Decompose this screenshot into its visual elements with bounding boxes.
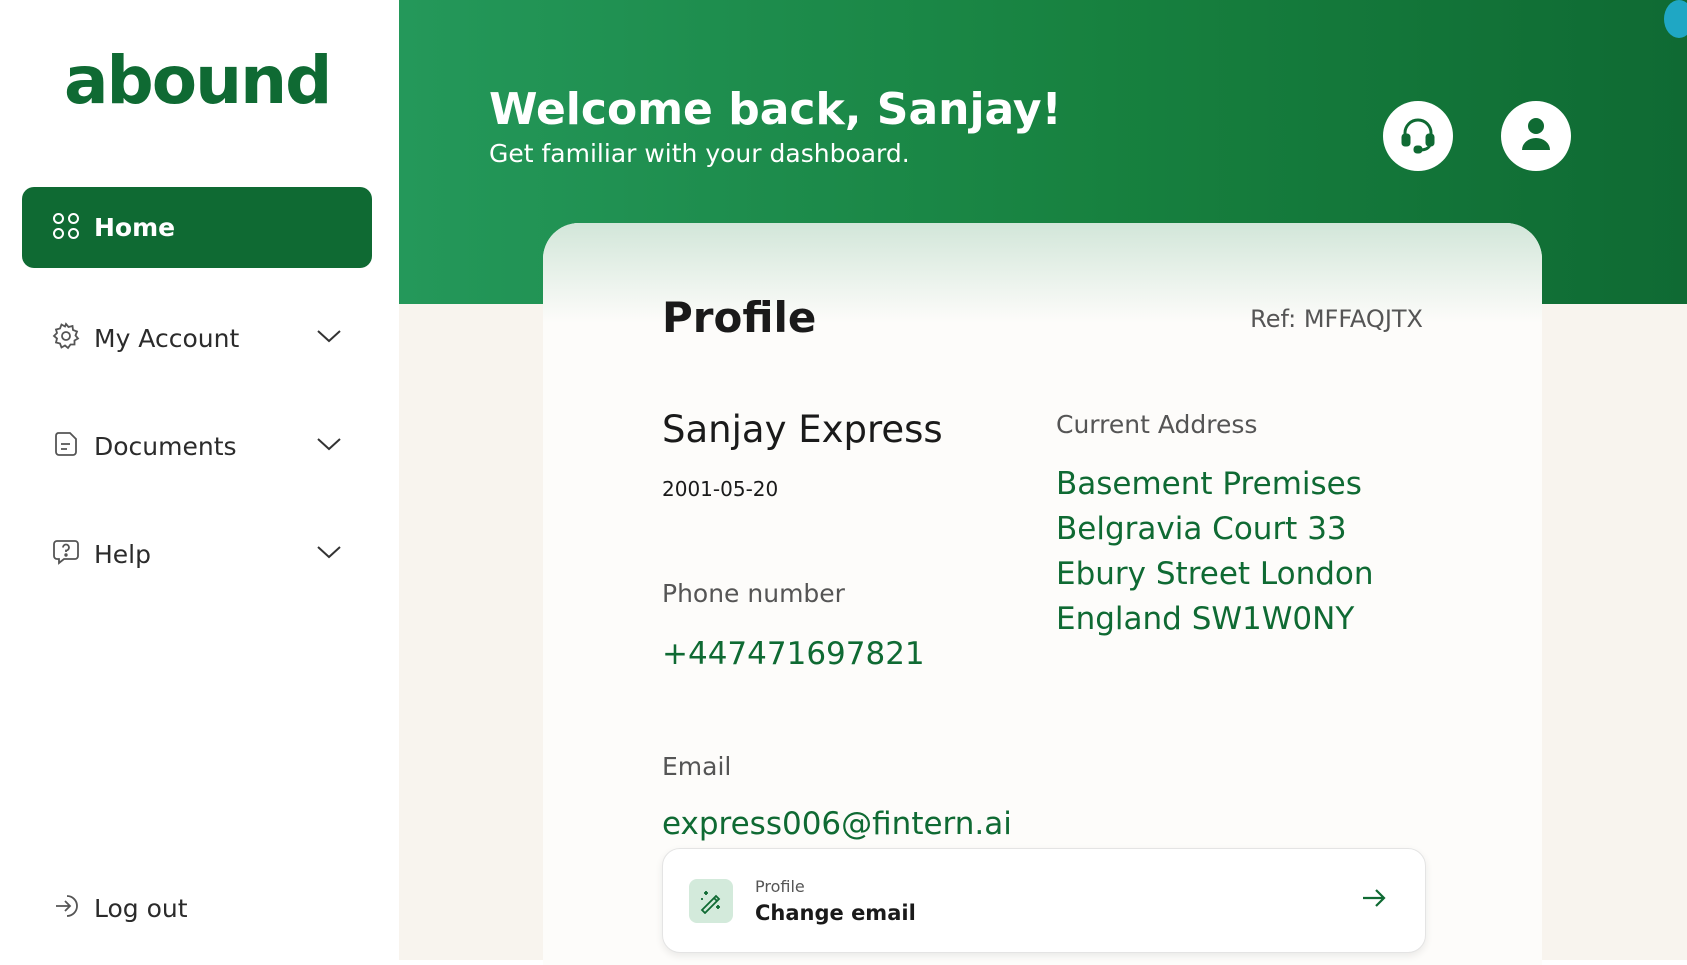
plus-icon[interactable] (1664, 0, 1687, 38)
address-label: Current Address (1056, 410, 1258, 439)
action-title: Change email (755, 901, 916, 925)
headset-icon (1398, 114, 1438, 158)
phone-value: +447471697821 (662, 636, 925, 672)
sidebar-item-label: Documents (94, 431, 237, 461)
sidebar-item-label: Help (94, 539, 151, 569)
address-line: England SW1W0NY (1056, 601, 1355, 637)
document-icon (52, 430, 80, 462)
email-value: express006@fintern.ai (662, 806, 1012, 842)
address-line: Basement Premises (1056, 466, 1362, 502)
profile-name: Sanjay Express (662, 408, 943, 451)
sidebar-item-label: My Account (94, 323, 240, 353)
arrow-right-icon (1361, 887, 1387, 913)
magic-wand-icon (689, 879, 733, 923)
address-line: Belgravia Court 33 (1056, 511, 1347, 547)
sidebar-item-home[interactable]: Home (22, 187, 372, 268)
date-of-birth: 2001-05-20 (662, 477, 779, 501)
sidebar-item-documents[interactable]: Documents (22, 416, 372, 476)
grid-icon (52, 212, 80, 244)
logout-label: Log out (94, 893, 188, 923)
chevron-down-icon[interactable] (316, 436, 342, 456)
welcome-title: Welcome back, Sanjay! (489, 84, 1062, 135)
user-icon (1519, 116, 1553, 156)
change-email-button[interactable]: Profile Change email (662, 848, 1426, 953)
sidebar-item-help[interactable]: Help (22, 524, 372, 584)
address-line: Ebury Street London (1056, 556, 1374, 592)
welcome-subtitle: Get familiar with your dashboard. (489, 139, 910, 168)
email-label: Email (662, 752, 732, 781)
support-button[interactable] (1383, 101, 1453, 171)
logo[interactable]: abound (64, 40, 332, 122)
logout-icon (52, 892, 80, 924)
action-subtitle: Profile (755, 877, 805, 896)
phone-label: Phone number (662, 579, 845, 608)
logout-button[interactable]: Log out (22, 878, 372, 938)
sidebar-item-my-account[interactable]: My Account (22, 308, 372, 368)
chevron-down-icon[interactable] (316, 544, 342, 564)
chevron-down-icon[interactable] (316, 328, 342, 348)
reference-code: Ref: MFFAQJTX (1250, 305, 1423, 333)
sidebar-item-label: Home (94, 213, 176, 242)
user-profile-button[interactable] (1501, 101, 1571, 171)
help-bubble-icon (52, 538, 80, 570)
address-block: Basement Premises Belgravia Court 33 Ebu… (1056, 462, 1374, 642)
sidebar: abound Home My Account Documents Help Lo… (0, 0, 398, 960)
gear-icon (52, 322, 80, 354)
profile-title: Profile (662, 293, 817, 342)
